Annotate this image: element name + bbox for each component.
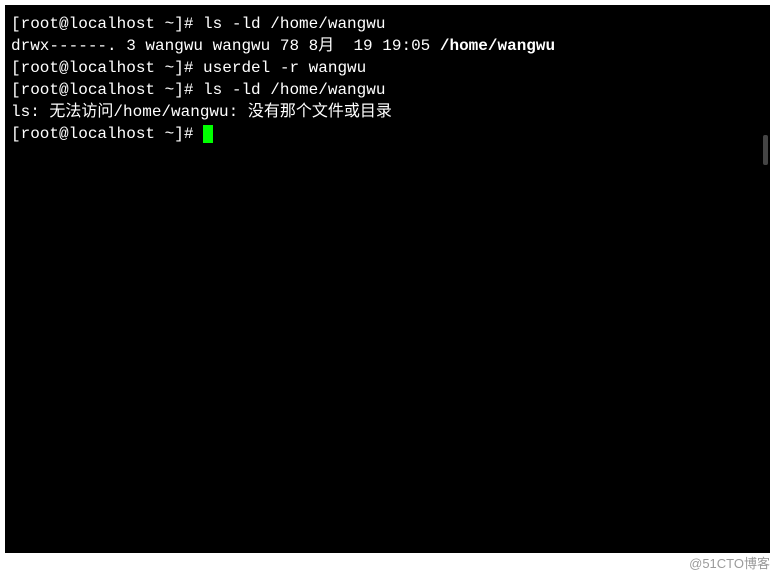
scrollbar-thumb[interactable] xyxy=(763,135,768,165)
shell-command: ls -ld /home/wangwu xyxy=(203,81,385,99)
shell-prompt: [root@localhost ~]# xyxy=(11,125,203,143)
terminal-line: [root@localhost ~]# xyxy=(11,123,764,145)
shell-prompt: [root@localhost ~]# xyxy=(11,81,203,99)
path-highlight: /home/wangwu xyxy=(440,37,555,55)
shell-command: userdel -r wangwu xyxy=(203,59,366,77)
ls-output: drwx------. 3 wangwu wangwu 78 8月 19 19:… xyxy=(11,37,440,55)
terminal-line: ls: 无法访问/home/wangwu: 没有那个文件或目录 xyxy=(11,101,764,123)
terminal-line: [root@localhost ~]# ls -ld /home/wangwu xyxy=(11,13,764,35)
scrollbar-track[interactable] xyxy=(762,5,768,553)
shell-command: ls -ld /home/wangwu xyxy=(203,15,385,33)
shell-prompt: [root@localhost ~]# xyxy=(11,15,203,33)
cursor-block xyxy=(203,125,213,143)
terminal-line: drwx------. 3 wangwu wangwu 78 8月 19 19:… xyxy=(11,35,764,57)
terminal-line: [root@localhost ~]# userdel -r wangwu xyxy=(11,57,764,79)
watermark-text: @51CTO博客 xyxy=(689,553,770,572)
ls-error-output: ls: 无法访问/home/wangwu: 没有那个文件或目录 xyxy=(11,103,392,121)
terminal-window[interactable]: [root@localhost ~]# ls -ld /home/wangwu … xyxy=(5,5,770,553)
shell-prompt: [root@localhost ~]# xyxy=(11,59,203,77)
terminal-line: [root@localhost ~]# ls -ld /home/wangwu xyxy=(11,79,764,101)
